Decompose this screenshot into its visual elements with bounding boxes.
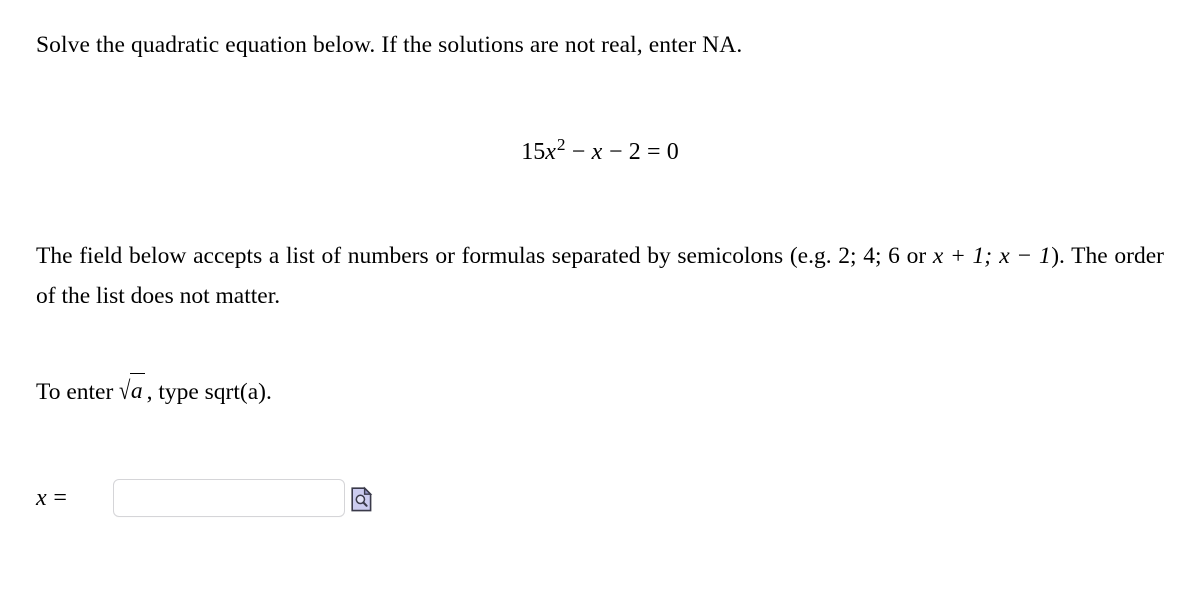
instructions-example-expression-1: x + 1; bbox=[932, 243, 993, 269]
quadratic-equation: 15x2− x −2 = 0 bbox=[521, 135, 679, 165]
answer-input[interactable] bbox=[113, 479, 345, 517]
answer-label-equals: = bbox=[53, 485, 67, 511]
equation-variable-1: x bbox=[545, 138, 556, 165]
instructions-part-1: The field below accepts a list of number… bbox=[36, 243, 933, 269]
radical-expression: √a bbox=[119, 373, 146, 408]
radicand-variable: a bbox=[129, 373, 145, 407]
instructions-example-expression-2: x − 1 bbox=[999, 243, 1051, 269]
equation-exponent: 2 bbox=[556, 135, 566, 154]
equation-equals-sign: = bbox=[646, 138, 661, 165]
equation-right-hand-side: 0 bbox=[666, 138, 679, 165]
document-preview-icon bbox=[350, 486, 373, 513]
equation-operator-1: − bbox=[571, 138, 586, 165]
equation-display: 15x2− x −2 = 0 bbox=[0, 128, 1200, 169]
equation-operator-2: − bbox=[608, 138, 623, 165]
equation-coefficient: 15 bbox=[521, 138, 546, 165]
sqrt-hint-lead: To enter bbox=[36, 379, 120, 405]
answer-row: x = bbox=[36, 476, 373, 520]
sqrt-hint-trail: , type sqrt(a). bbox=[146, 379, 272, 405]
equation-variable-2: x bbox=[591, 138, 603, 165]
answer-label: x = bbox=[36, 483, 113, 513]
problem-prompt: Solve the quadratic equation below. If t… bbox=[36, 32, 743, 58]
field-format-instructions: The field below accepts a list of number… bbox=[36, 236, 1164, 316]
equation-constant: 2 bbox=[628, 138, 641, 165]
sqrt-entry-hint: To enter √a, type sqrt(a). bbox=[36, 373, 272, 408]
problem-page: Solve the quadratic equation below. If t… bbox=[0, 0, 1200, 607]
answer-label-variable: x bbox=[36, 485, 47, 511]
document-preview-icon-button[interactable] bbox=[350, 486, 373, 513]
